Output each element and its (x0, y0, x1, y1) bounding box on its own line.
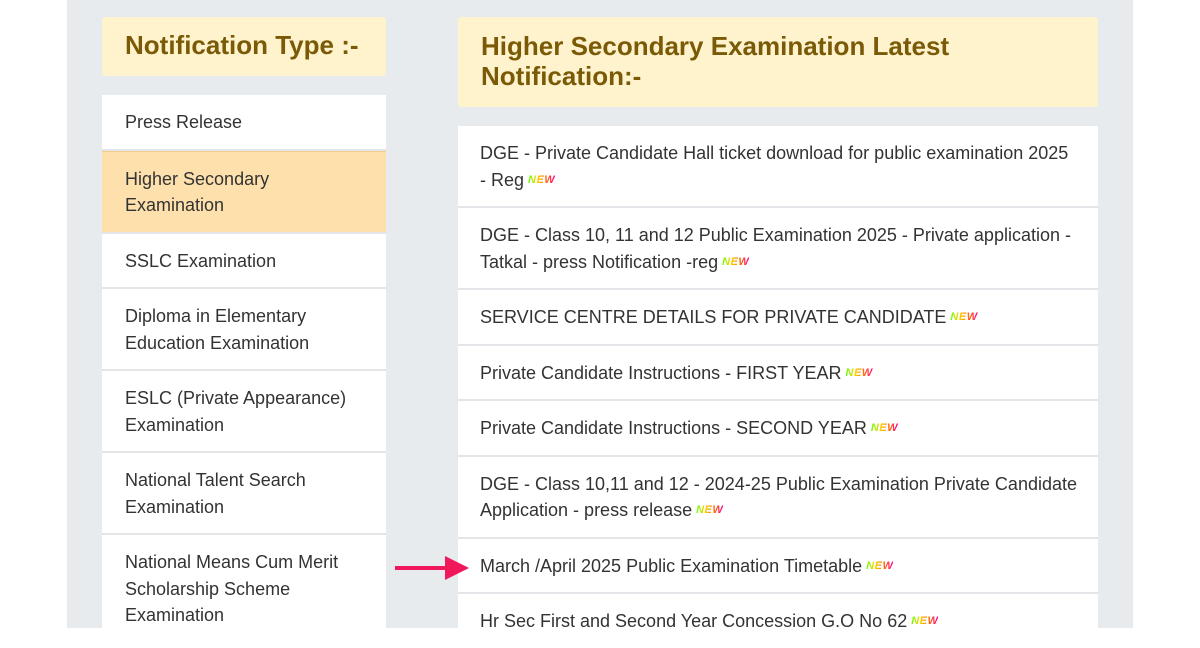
new-badge-icon: NEW (911, 608, 938, 635)
notification-item[interactable]: Private Candidate Instructions - SECOND … (458, 401, 1098, 457)
new-badge-icon: NEW (722, 249, 749, 276)
sidebar-item-label: Diploma in Elementary Education Examinat… (125, 306, 310, 353)
notification-link[interactable]: Private Candidate Instructions - SECOND … (480, 418, 867, 438)
sidebar-item-label: Higher Secondary Examination (125, 168, 270, 216)
sidebar-item-label: ESLC (Private Appearance) Examination (125, 388, 347, 435)
new-badge-icon: NEW (696, 497, 723, 524)
notification-item[interactable]: DGE - Class 10,11 and 12 - 2024-25 Publi… (458, 457, 1098, 539)
notification-link[interactable]: Private Candidate Instructions - FIRST Y… (480, 363, 842, 383)
notification-item[interactable]: SERVICE CENTRE DETAILS FOR PRIVATE CANDI… (458, 290, 1098, 346)
notification-list: DGE - Private Candidate Hall ticket down… (458, 126, 1098, 648)
sidebar-item-label: National Talent Search Examination (125, 470, 306, 517)
notification-type-heading: Notification Type :- (102, 17, 386, 76)
arrow-shaft (395, 566, 447, 570)
notification-type-panel: Notification Type :- Press Release Highe… (102, 17, 386, 642)
notification-link[interactable]: SERVICE CENTRE DETAILS FOR PRIVATE CANDI… (480, 307, 946, 327)
sidebar-item-label: Press Release (125, 112, 243, 132)
new-badge-icon: NEW (528, 167, 555, 194)
notification-link[interactable]: DGE - Class 10, 11 and 12 Public Examina… (480, 225, 1071, 272)
sidebar-item-eslc[interactable]: ESLC (Private Appearance) Examination (102, 371, 386, 453)
sidebar-item-higher-secondary[interactable]: Higher Secondary Examination (102, 150, 386, 234)
sidebar-item-label: SSLC Examination (125, 250, 277, 271)
notification-link[interactable]: Hr Sec First and Second Year Concession … (480, 611, 907, 631)
sidebar-item-sslc[interactable]: SSLC Examination (102, 234, 386, 289)
notification-link[interactable]: DGE - Class 10,11 and 12 - 2024-25 Publi… (480, 474, 1077, 521)
sidebar-item-press-release[interactable]: Press Release (102, 95, 386, 151)
notification-link[interactable]: March /April 2025 Public Examination Tim… (480, 556, 862, 576)
arrow-head (445, 556, 469, 580)
pointer-arrow-icon (395, 556, 469, 580)
latest-notifications-panel: Higher Secondary Examination Latest Noti… (458, 17, 1098, 648)
sidebar-item-nmms[interactable]: National Means Cum Merit Scholarship Sch… (102, 535, 386, 642)
notification-link[interactable]: DGE - Private Candidate Hall ticket down… (480, 143, 1068, 190)
notification-item[interactable]: DGE - Class 10, 11 and 12 Public Examina… (458, 208, 1098, 290)
notification-item[interactable]: DGE - Private Candidate Hall ticket down… (458, 126, 1098, 208)
notification-item[interactable]: Private Candidate Instructions - FIRST Y… (458, 346, 1098, 401)
latest-notifications-heading: Higher Secondary Examination Latest Noti… (458, 17, 1098, 107)
sidebar-item-diploma-elementary[interactable]: Diploma in Elementary Education Examinat… (102, 289, 386, 371)
sidebar-item-national-talent-search[interactable]: National Talent Search Examination (102, 453, 386, 535)
notification-item[interactable]: Hr Sec First and Second Year Concession … (458, 594, 1098, 648)
sidebar-item-label: National Means Cum Merit Scholarship Sch… (125, 552, 339, 625)
new-badge-icon: NEW (871, 415, 898, 442)
notification-type-list: Press Release Higher Secondary Examinati… (102, 95, 386, 642)
notification-item-timetable[interactable]: March /April 2025 Public Examination Tim… (458, 539, 1098, 594)
new-badge-icon: NEW (950, 304, 977, 331)
new-badge-icon: NEW (866, 553, 893, 580)
new-badge-icon: NEW (846, 360, 873, 387)
